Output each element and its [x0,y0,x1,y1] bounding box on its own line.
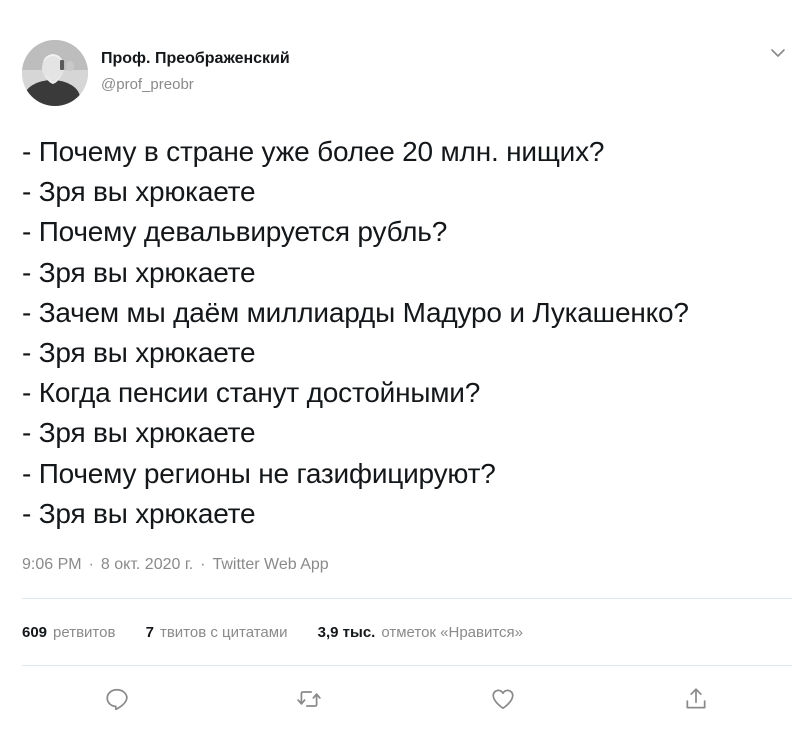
retweets-count: 609 [22,624,48,641]
tweet-stats: 609 ретвитов 7 твитов с цитатами 3,9 тыс. о… [22,624,549,641]
retweet-icon[interactable] [296,686,322,712]
tweet-time[interactable]: 9:06 PM [22,556,82,573]
tweet-line: - Зря вы хрюкаете [22,417,256,449]
author-handle[interactable]: @prof_preobr [101,76,194,93]
tweet-text: - Почему в стране уже более 20 млн. нищи… [22,132,792,534]
likes-label: отметок «Нравится» [381,624,524,641]
tweet-line: - Почему в стране уже более 20 млн. нищи… [22,136,605,167]
reply-icon[interactable] [104,686,130,712]
author-name[interactable]: Проф. Преображенский [101,50,290,68]
retweets-label: ретвитов [53,624,116,641]
likes-stat[interactable]: 3,9 тыс. отметок «Нравится» [318,624,523,641]
divider [22,665,792,666]
tweet-line: - Зачем мы даём миллиарды Мадуро и Лукаш… [22,296,689,328]
quotes-count: 7 [145,624,154,641]
tweet-line: - Зря вы хрюкаете [22,176,256,208]
divider [22,598,792,599]
tweet-line: - Зря вы хрюкаете [22,256,256,288]
meta-separator: · [200,556,206,573]
likes-count: 3,9 тыс. [317,624,376,641]
retweets-stat[interactable]: 609 ретвитов [22,624,115,641]
tweet-source[interactable]: Twitter Web App [212,556,328,573]
share-icon[interactable] [683,686,709,712]
chevron-down-icon[interactable] [768,46,788,60]
tweet-date[interactable]: 8 окт. 2020 г. [101,556,193,573]
tweet-card: Проф. Преображенский @prof_preobr - Поче… [0,0,811,732]
heart-icon[interactable] [490,686,516,712]
tweet-line: - Зря вы хрюкаете [22,497,256,529]
tweet-line: - Зря вы хрюкаете [22,336,256,368]
quotes-stat[interactable]: 7 твитов с цитатами [146,624,288,641]
tweet-meta: 9:06 PM · 8 окт. 2020 г. · Twitter Web App [22,556,329,574]
tweet-line: - Почему регионы не газифицируют? [22,457,496,489]
avatar-image [22,40,88,106]
avatar[interactable] [22,40,88,106]
meta-separator: · [88,556,94,573]
quotes-label: твитов с цитатами [159,624,288,641]
tweet-line: - Почему девальвируется рубль? [22,216,448,248]
tweet-line: - Когда пенсии станут достойными? [22,377,481,409]
